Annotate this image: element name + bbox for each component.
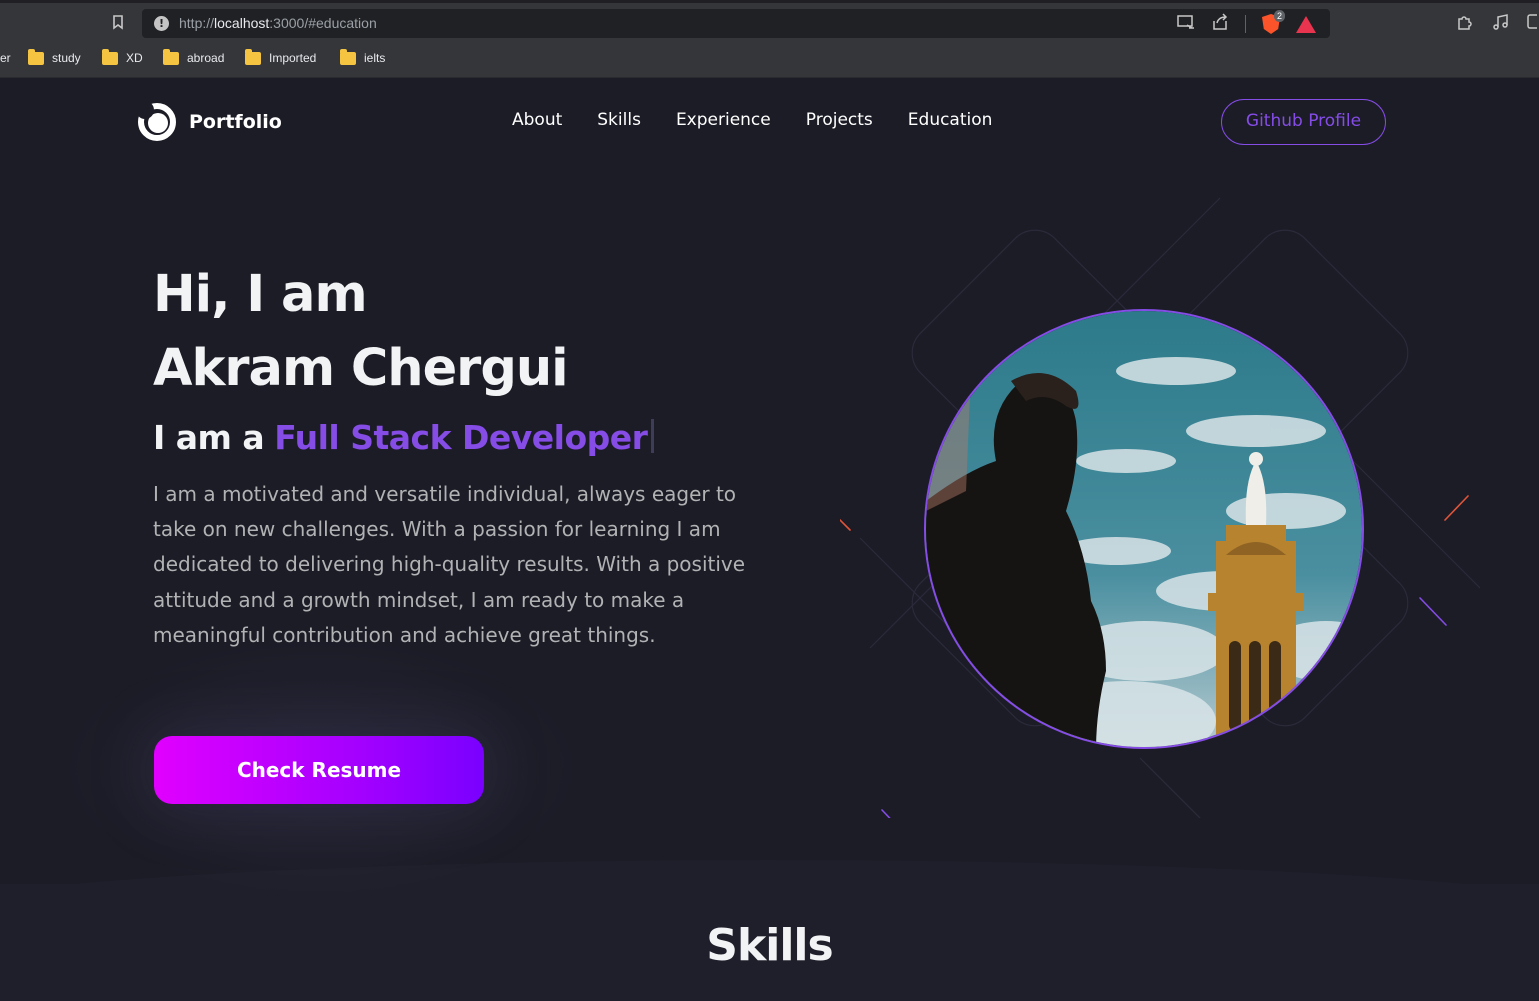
shield-count-badge: 2 — [1274, 10, 1286, 22]
browser-toolbar: ! http://localhost:3000/#education 2 — [0, 3, 1539, 40]
extensions-icon[interactable] — [1455, 13, 1473, 31]
site-info-icon[interactable]: ! — [154, 16, 169, 31]
cast-icon[interactable] — [1177, 14, 1195, 34]
hero-role: I am a Full Stack Developer — [153, 418, 655, 457]
bookmark-folder-imported[interactable]: Imported — [245, 48, 317, 65]
nav-education[interactable]: Education — [908, 110, 993, 130]
nav-skills[interactable]: Skills — [597, 110, 641, 130]
folder-icon — [245, 48, 261, 65]
github-profile-button[interactable]: Github Profile — [1221, 99, 1386, 145]
role-prefix: I am a — [153, 418, 265, 457]
profile-photo — [924, 309, 1364, 749]
portfolio-page: Portfolio About Skills Experience Projec… — [0, 78, 1539, 1001]
check-resume-button[interactable]: Check Resume — [154, 736, 484, 804]
folder-icon — [340, 48, 356, 65]
bookmark-label: abroad — [187, 51, 225, 65]
bookmark-label: er — [0, 51, 11, 65]
brave-shields-button[interactable]: 2 — [1262, 10, 1286, 34]
bookmark-folder-ielts[interactable]: ielts — [340, 48, 386, 65]
folder-icon — [102, 48, 118, 65]
hero-name: Akram Chergui — [153, 339, 569, 398]
bookmark-item[interactable]: er — [0, 51, 11, 65]
logo[interactable]: Portfolio — [136, 101, 282, 141]
bookmark-folder-study[interactable]: study — [28, 48, 81, 65]
share-icon[interactable] — [1211, 13, 1229, 35]
bookmark-icon[interactable] — [109, 13, 127, 31]
typing-cursor — [651, 419, 655, 453]
sidebar-icon[interactable] — [1527, 13, 1539, 31]
nav-experience[interactable]: Experience — [676, 110, 771, 130]
brave-rewards-icon[interactable] — [1296, 15, 1316, 33]
nav-projects[interactable]: Projects — [806, 110, 873, 130]
nav-about[interactable]: About — [512, 110, 562, 130]
bookmark-label: study — [52, 51, 81, 65]
bookmark-label: ielts — [364, 51, 386, 65]
media-icon[interactable] — [1491, 13, 1509, 31]
bookmark-label: XD — [126, 51, 143, 65]
folder-icon — [28, 48, 44, 65]
hero-description: I am a motivated and versatile individua… — [153, 482, 746, 647]
url-text[interactable]: http://localhost:3000/#education — [179, 15, 377, 31]
hero-title: Hi, I am Akram Chergui — [153, 258, 569, 406]
divider — [1245, 15, 1246, 33]
address-bar[interactable]: ! http://localhost:3000/#education 2 — [142, 9, 1330, 38]
logo-text: Portfolio — [189, 111, 282, 133]
bookmarks-bar: er study XD abroad Imported ielts — [0, 40, 1539, 78]
role-typewriter: Full Stack Developer — [274, 418, 648, 457]
logo-icon — [136, 101, 176, 141]
skills-section-title: Skills — [706, 920, 833, 971]
main-nav: About Skills Experience Projects Educati… — [512, 110, 1027, 130]
hero-greeting: Hi, I am — [153, 265, 368, 324]
bookmark-label: Imported — [269, 51, 317, 65]
bookmark-folder-xd[interactable]: XD — [102, 48, 143, 65]
folder-icon — [163, 48, 179, 65]
bookmark-folder-abroad[interactable]: abroad — [163, 48, 225, 65]
